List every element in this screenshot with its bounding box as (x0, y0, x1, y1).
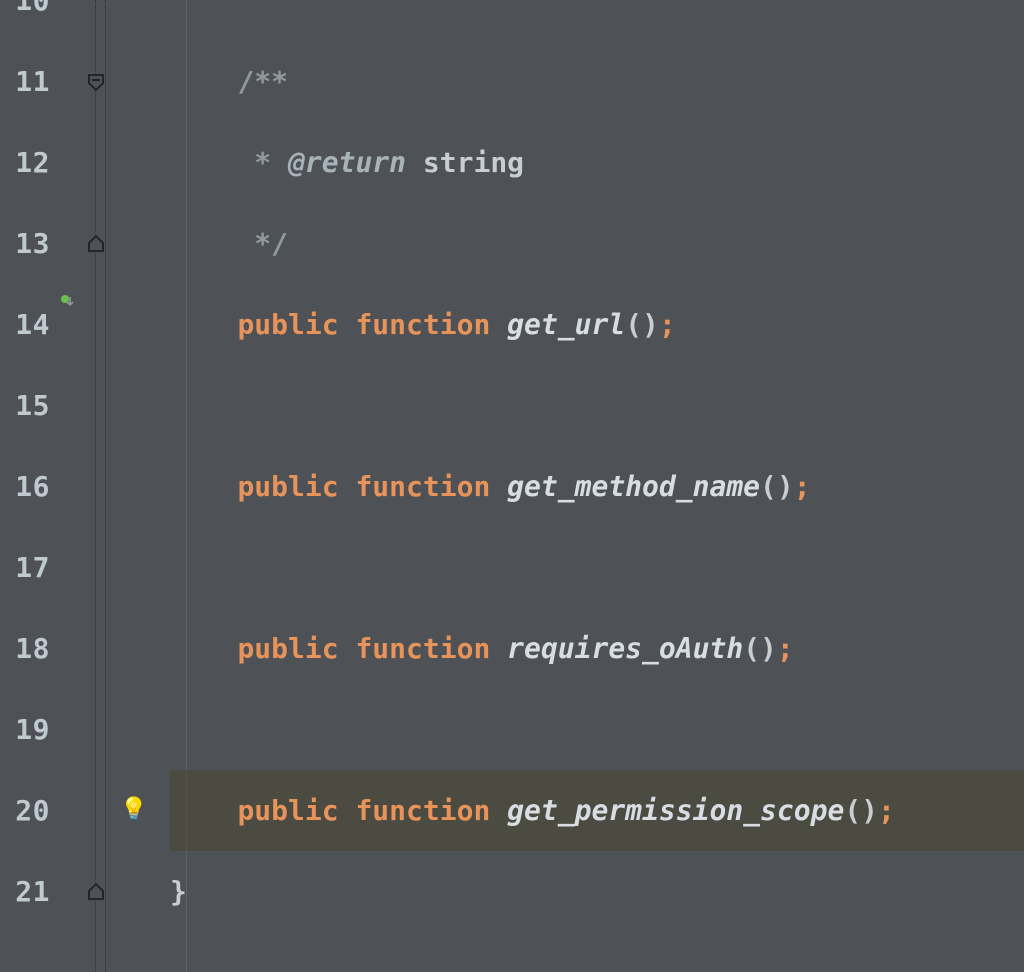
code-line[interactable] (170, 365, 1024, 446)
code-line-current[interactable]: public function get_permission_scope(); (170, 770, 1024, 851)
code-line[interactable]: public function get_method_name(); (170, 446, 1024, 527)
line-number: 10 (0, 0, 60, 41)
line-number: 15 (0, 365, 60, 446)
code-line[interactable]: public function get_url(); (170, 284, 1024, 365)
doc-comment: /** (237, 65, 288, 98)
line-number: 11 (0, 41, 60, 122)
semicolon: ; (878, 794, 895, 827)
keyword: public (237, 632, 338, 665)
line-number: 12 (0, 122, 60, 203)
doc-tag: @return (288, 146, 406, 179)
keyword: function (355, 308, 490, 341)
doc-comment: */ (237, 227, 288, 260)
line-number: 18 (0, 608, 60, 689)
line-number: 21 (0, 851, 60, 932)
line-number: 16 (0, 446, 60, 527)
closing-brace: } (170, 875, 187, 908)
code-line[interactable]: */ (170, 203, 1024, 284)
keyword: public (237, 794, 338, 827)
code-line[interactable]: } (170, 851, 1024, 932)
function-name: get_method_name (507, 470, 760, 503)
keyword: public (237, 308, 338, 341)
parens: () (625, 308, 659, 341)
semicolon: ; (794, 470, 811, 503)
intention-bulb-icon[interactable]: 💡 (120, 799, 142, 821)
line-number: 14 (0, 284, 60, 365)
keyword: function (355, 470, 490, 503)
line-number: 20 (0, 770, 60, 851)
doc-comment: * (237, 146, 288, 179)
line-number: 17 (0, 527, 60, 608)
keyword: function (355, 632, 490, 665)
semicolon: ; (777, 632, 794, 665)
keyword: function (355, 794, 490, 827)
parens: () (743, 632, 777, 665)
fold-close-icon[interactable] (87, 235, 105, 253)
gutter-markers: 💡 (60, 0, 170, 972)
parens: () (760, 470, 794, 503)
function-name: get_url (507, 308, 625, 341)
code-line[interactable] (170, 527, 1024, 608)
parens: () (844, 794, 878, 827)
code-line[interactable] (170, 0, 1024, 41)
function-name: requires_oAuth (507, 632, 743, 665)
code-area[interactable]: /** * @return string */ public function … (170, 0, 1024, 972)
function-name: get_permission_scope (507, 794, 844, 827)
keyword: public (237, 470, 338, 503)
code-editor[interactable]: 10 11 12 13 14 15 16 17 18 19 20 21 (0, 0, 1024, 972)
code-line[interactable]: * @return string (170, 122, 1024, 203)
code-line[interactable]: /** (170, 41, 1024, 122)
code-line[interactable] (170, 689, 1024, 770)
line-number: 19 (0, 689, 60, 770)
override-icon[interactable] (60, 284, 76, 300)
fold-open-icon[interactable] (87, 73, 105, 91)
line-number-gutter: 10 11 12 13 14 15 16 17 18 19 20 21 (0, 0, 60, 972)
fold-close-icon[interactable] (87, 883, 105, 901)
semicolon: ; (659, 308, 676, 341)
line-number: 13 (0, 203, 60, 284)
code-line[interactable]: public function requires_oAuth(); (170, 608, 1024, 689)
doc-type: string (406, 146, 524, 179)
